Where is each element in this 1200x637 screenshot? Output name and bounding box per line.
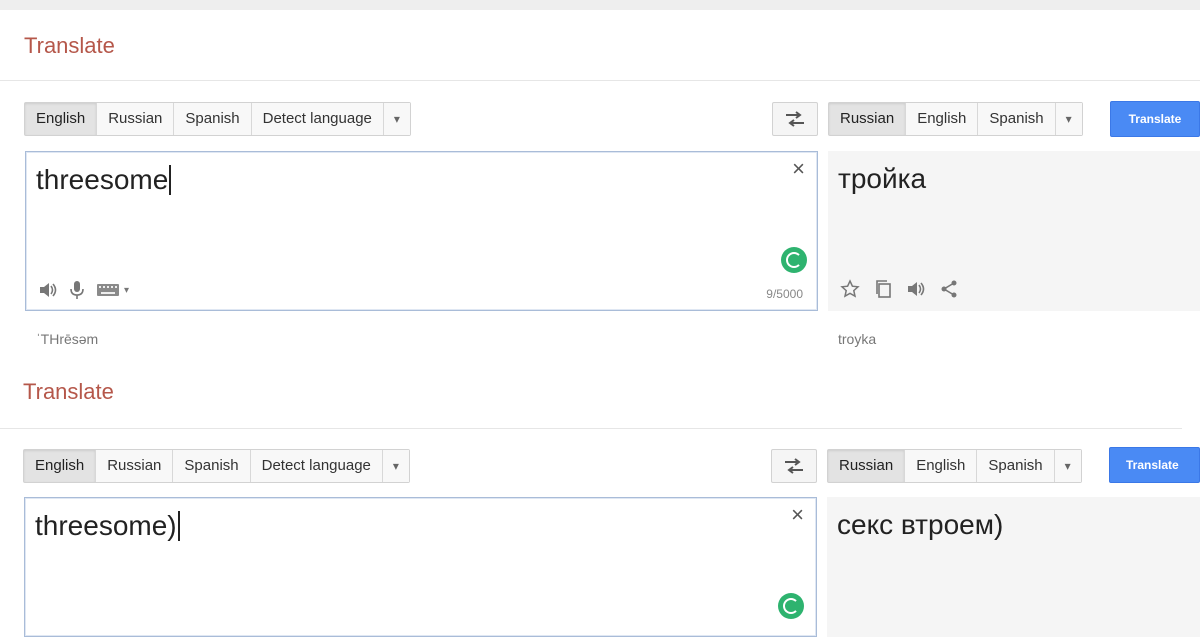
page-title: Translate xyxy=(24,33,115,58)
text-caret xyxy=(177,511,180,541)
target-lang-spanish[interactable]: Spanish xyxy=(977,450,1055,482)
text-caret xyxy=(169,165,172,195)
source-text-input[interactable]: threesome) xyxy=(35,510,180,542)
source-transliteration: ˈTHrēsəm xyxy=(36,331,99,347)
close-icon[interactable]: × xyxy=(792,156,805,182)
swap-arrows-icon xyxy=(785,458,803,474)
swap-arrows-icon xyxy=(786,111,804,127)
copy-icon[interactable] xyxy=(874,279,892,299)
header-divider xyxy=(0,80,1200,81)
close-icon[interactable]: × xyxy=(791,502,804,528)
source-tools: ▾ xyxy=(38,280,129,300)
source-text: threesome) xyxy=(35,510,177,541)
source-lang-detect[interactable]: Detect language xyxy=(251,103,384,135)
star-icon[interactable] xyxy=(840,279,860,299)
microphone-icon[interactable] xyxy=(70,280,84,300)
source-lang-english[interactable]: English xyxy=(25,103,98,135)
speaker-icon[interactable] xyxy=(906,280,926,298)
source-lang-detect[interactable]: Detect language xyxy=(250,450,383,482)
target-lang-english[interactable]: English xyxy=(905,450,978,482)
source-lang-english[interactable]: English xyxy=(24,450,97,482)
source-lang-russian[interactable]: Russian xyxy=(97,103,175,135)
spinner-icon xyxy=(781,247,807,273)
source-lang-russian[interactable]: Russian xyxy=(96,450,174,482)
source-language-bar: English Russian Spanish Detect language … xyxy=(23,449,410,483)
source-text-box[interactable]: threesome) × xyxy=(24,497,817,637)
header-divider xyxy=(0,428,1182,429)
target-lang-russian[interactable]: Russian xyxy=(829,103,907,135)
target-language-bar: Russian English Spanish ▾ xyxy=(827,449,1082,483)
translated-text: секс втроем) xyxy=(837,509,1004,540)
translate-button[interactable]: Translate xyxy=(1109,447,1200,483)
swap-languages-button[interactable] xyxy=(772,102,818,136)
target-transliteration: troyka xyxy=(838,331,877,347)
translate-button[interactable]: Translate xyxy=(1110,101,1200,137)
swap-languages-button[interactable] xyxy=(771,449,817,483)
speaker-icon[interactable] xyxy=(38,281,58,299)
character-count: 9/5000 xyxy=(766,287,803,301)
target-lang-russian[interactable]: Russian xyxy=(828,450,906,482)
translated-text: тройка xyxy=(838,163,927,194)
keyboard-menu[interactable]: ▾ xyxy=(96,282,129,298)
top-strip xyxy=(0,0,1200,10)
source-text-box[interactable]: threesome × ▾ 9/5000 xyxy=(25,151,818,311)
chevron-down-icon[interactable]: ▾ xyxy=(1054,450,1081,482)
target-lang-spanish[interactable]: Spanish xyxy=(978,103,1056,135)
target-text-box: секс втроем) xyxy=(827,497,1200,637)
source-language-bar: English Russian Spanish Detect language … xyxy=(24,102,411,136)
target-language-bar: Russian English Spanish ▾ xyxy=(828,102,1083,136)
source-lang-spanish[interactable]: Spanish xyxy=(173,450,251,482)
spinner-icon xyxy=(778,593,804,619)
page-title: Translate xyxy=(23,379,114,404)
keyboard-icon xyxy=(97,284,119,296)
chevron-down-icon: ▾ xyxy=(124,284,130,296)
chevron-down-icon[interactable]: ▾ xyxy=(1055,103,1082,135)
target-text-box: тройка xyxy=(828,151,1200,311)
source-text: threesome xyxy=(36,164,169,195)
source-lang-spanish[interactable]: Spanish xyxy=(174,103,252,135)
target-tools xyxy=(840,279,958,299)
source-text-input[interactable]: threesome xyxy=(36,164,172,196)
chevron-down-icon[interactable]: ▾ xyxy=(382,450,409,482)
share-icon[interactable] xyxy=(940,280,958,298)
chevron-down-icon[interactable]: ▾ xyxy=(383,103,410,135)
target-lang-english[interactable]: English xyxy=(906,103,979,135)
